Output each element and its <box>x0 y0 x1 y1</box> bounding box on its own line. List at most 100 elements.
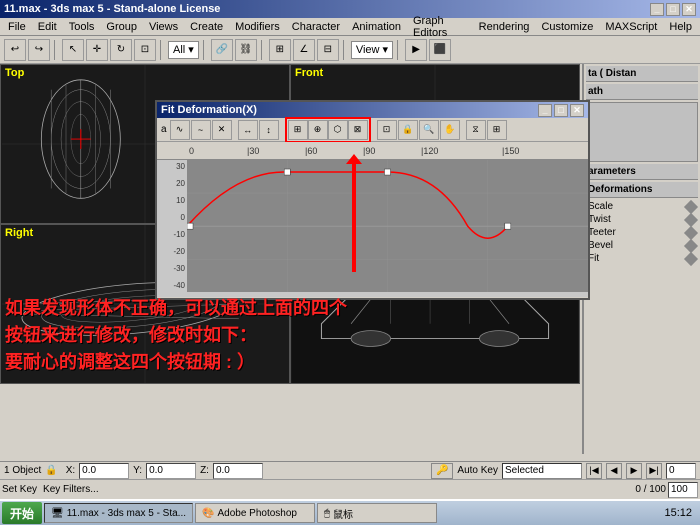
tb-scale[interactable]: ⊡ <box>134 39 156 61</box>
prev-frame-btn[interactable]: |◀ <box>586 463 602 479</box>
start-button[interactable]: 开始 <box>2 502 42 524</box>
menu-animation[interactable]: Animation <box>346 18 407 35</box>
fd-btn-h1[interactable]: ⊞ <box>288 120 308 140</box>
menu-help[interactable]: Help <box>663 18 698 35</box>
taskbar-clock: 15:12 <box>658 507 698 519</box>
fd-btn-h3[interactable]: ⬡ <box>328 120 348 140</box>
fd-btn-view[interactable]: ⊡ <box>377 120 397 140</box>
y-label-n20: -20 <box>157 247 187 256</box>
selected-dropdown[interactable]: Selected <box>502 463 582 479</box>
menu-create[interactable]: Create <box>184 18 229 35</box>
set-key-label: Set Key <box>2 484 37 495</box>
tb-unlink[interactable]: ⛓ <box>235 39 257 61</box>
menu-edit[interactable]: Edit <box>32 18 63 35</box>
fd-btn-x[interactable]: ✕ <box>212 120 232 140</box>
ruler-30: |30 <box>247 146 259 156</box>
ruler-120: |120 <box>421 146 438 156</box>
tb-render[interactable]: ▶ <box>405 39 427 61</box>
tb-render2[interactable]: ⬛ <box>429 39 451 61</box>
title-bar: 11.max - 3ds max 5 - Stand-alone License… <box>0 0 700 18</box>
taskbar-photoshop[interactable]: 🎨 Adobe Photoshop <box>195 503 315 523</box>
fit-deformation-dialog: Fit Deformation(X) _ □ ✕ a ∿ ~ ✕ ↔ ↕ ⊞ ⊕… <box>155 100 590 300</box>
tb-angle-snap[interactable]: ∠ <box>293 39 315 61</box>
status-z-input[interactable] <box>213 463 263 479</box>
menu-group[interactable]: Group <box>100 18 143 35</box>
taskbar-mouse-icon: 🖱 <box>324 508 330 519</box>
play-btn[interactable]: ▶ <box>626 463 642 479</box>
fd-btn-wave2[interactable]: ~ <box>191 120 211 140</box>
taskbar: 开始 🖥 11.max - 3ds max 5 - Sta... 🎨 Adobe… <box>0 499 700 525</box>
fd-btn-scale[interactable]: ↕ <box>259 120 279 140</box>
fit-dialog-toolbar: a ∿ ~ ✕ ↔ ↕ ⊞ ⊕ ⬡ ⊠ ⊡ 🔒 🔍 ✋ ⧖ ⊞ <box>157 118 588 142</box>
fd-highlighted-group: ⊞ ⊕ ⬡ ⊠ <box>285 117 371 143</box>
tb-rotate[interactable]: ↻ <box>110 39 132 61</box>
fd-btn-h2[interactable]: ⊕ <box>308 120 328 140</box>
menu-maxscript[interactable]: MAXScript <box>599 18 663 35</box>
status-y-input[interactable] <box>146 463 196 479</box>
fit-dialog-close[interactable]: ✕ <box>570 104 584 117</box>
ruler-150: |150 <box>502 146 519 156</box>
menu-views[interactable]: Views <box>143 18 184 35</box>
fit-dialog-title-text: Fit Deformation(X) <box>161 104 257 116</box>
fit-dialog-title[interactable]: Fit Deformation(X) _ □ ✕ <box>157 102 588 118</box>
tb-link[interactable]: 🔗 <box>211 39 233 61</box>
taskbar-3dsmax[interactable]: 🖥 11.max - 3ds max 5 - Sta... <box>44 503 193 523</box>
tb-snap[interactable]: ⊞ <box>269 39 291 61</box>
fd-btn-pan[interactable]: ✋ <box>440 120 460 140</box>
rp-fit-diamond[interactable] <box>684 251 698 265</box>
rp-section-ath: ath <box>586 84 698 100</box>
fd-btn-lock[interactable]: 🔒 <box>398 120 418 140</box>
rp-bevel-diamond[interactable] <box>684 238 698 252</box>
fd-btn-extra1[interactable]: ⧖ <box>466 120 486 140</box>
key-icon: 🔑 <box>431 463 453 479</box>
y-axis: 30 20 10 0 -10 -20 -30 -40 <box>157 160 187 292</box>
next-btn[interactable]: ▶| <box>646 463 662 479</box>
tb-mirror[interactable]: ⊟ <box>317 39 339 61</box>
menu-file[interactable]: File <box>2 18 32 35</box>
rp-section-parameters: arameters <box>586 164 698 180</box>
fit-deformation-curve <box>187 160 588 292</box>
rp-scale-label: Scale <box>588 201 613 212</box>
menu-tools[interactable]: Tools <box>63 18 101 35</box>
menu-rendering[interactable]: Rendering <box>473 18 536 35</box>
y-label-n30: -30 <box>157 264 187 273</box>
menu-character[interactable]: Character <box>286 18 346 35</box>
y-label-0: 0 <box>157 213 187 222</box>
viewport-front-label: Front <box>295 67 323 79</box>
minimize-button[interactable]: _ <box>650 3 664 16</box>
rp-twist-diamond[interactable] <box>684 212 698 226</box>
status-z-label: Z: <box>200 465 209 476</box>
tb-select[interactable]: ↖ <box>62 39 84 61</box>
auto-key-label: Auto Key <box>457 465 498 476</box>
menu-customize[interactable]: Customize <box>535 18 599 35</box>
fit-dialog-max[interactable]: □ <box>554 104 568 117</box>
menu-graph-editors[interactable]: Graph Editors <box>407 18 473 35</box>
fd-btn-extra2[interactable]: ⊞ <box>487 120 507 140</box>
taskbar-mouse[interactable]: 🖱 鼠标 <box>317 503 437 523</box>
red-deformation-arrow <box>352 162 356 272</box>
prev-btn[interactable]: ◀ <box>606 463 622 479</box>
tb-sep1 <box>54 40 58 60</box>
rp-teeter-diamond[interactable] <box>684 225 698 239</box>
fd-btn-zoom[interactable]: 🔍 <box>419 120 439 140</box>
menu-modifiers[interactable]: Modifiers <box>229 18 286 35</box>
fd-btn-move[interactable]: ↔ <box>238 120 258 140</box>
tb-all-dropdown[interactable]: All ▾ <box>168 41 199 59</box>
maximize-button[interactable]: □ <box>666 3 680 16</box>
status-x-input[interactable] <box>79 463 129 479</box>
tb-undo[interactable]: ↩ <box>4 39 26 61</box>
status-bar: 1 Object 🔒 X: Y: Z: 🔑 Auto Key Selected … <box>0 461 700 479</box>
tb-redo[interactable]: ↪ <box>28 39 50 61</box>
tb-move[interactable]: ✛ <box>86 39 108 61</box>
close-button[interactable]: ✕ <box>682 3 696 16</box>
tb-view-dropdown[interactable]: View ▾ <box>351 41 393 59</box>
tb-sep5 <box>343 40 347 60</box>
fd-btn-h4[interactable]: ⊠ <box>348 120 368 140</box>
bottom-bar1: Set Key Key Filters... 0 / 100 <box>0 479 700 499</box>
fit-dialog-min[interactable]: _ <box>538 104 552 117</box>
frame-total-input[interactable] <box>668 482 698 498</box>
frame-input[interactable] <box>666 463 696 479</box>
fd-btn-wave1[interactable]: ∿ <box>170 120 190 140</box>
fit-dialog-ruler: 0 |30 |60 |90 |120 |150 <box>157 142 588 160</box>
rp-scale-diamond[interactable] <box>684 199 698 213</box>
